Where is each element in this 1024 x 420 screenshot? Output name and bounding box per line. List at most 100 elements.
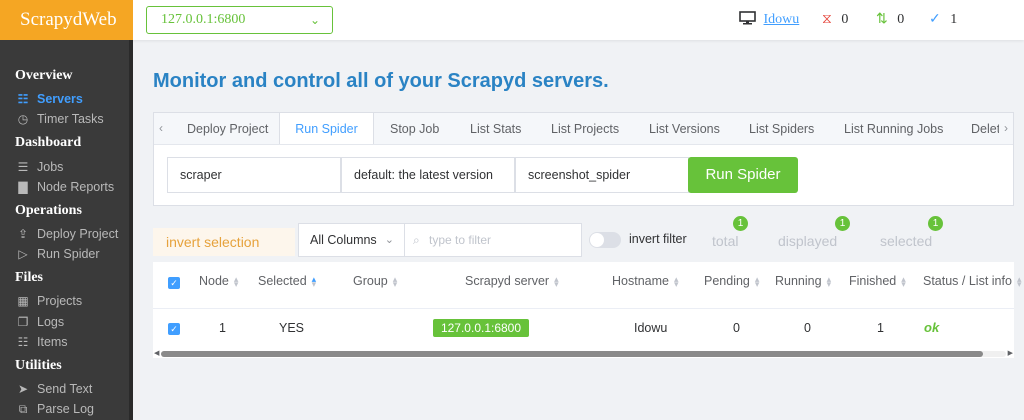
- total-label: total: [712, 233, 739, 249]
- total-badge: 1: [733, 216, 748, 231]
- spider-select[interactable]: screenshot_spider: [515, 157, 689, 193]
- sort-icon: ▴ ▾: [233, 273, 239, 289]
- sort-icon: ▴ ▾: [826, 273, 832, 289]
- tab-delete[interactable]: Delet: [971, 113, 1000, 144]
- header-finished[interactable]: Finished ▴ ▾: [849, 274, 906, 288]
- header-scrapyd-server[interactable]: Scrapyd server ▴ ▾: [465, 274, 559, 288]
- running-stat[interactable]: ⇅ 0: [876, 0, 904, 40]
- run-spider-button[interactable]: Run Spider: [688, 157, 798, 193]
- tab-run-spider[interactable]: Run Spider: [279, 113, 374, 144]
- project-select[interactable]: scraper: [167, 157, 341, 193]
- running-count: 0: [897, 12, 905, 27]
- send-icon: ➤: [17, 382, 29, 396]
- sidebar-item-label: Jobs: [37, 160, 64, 174]
- scroll-left-icon[interactable]: ◀: [154, 350, 159, 358]
- tab-deploy-project[interactable]: Deploy Project: [187, 113, 268, 144]
- scroll-right-icon[interactable]: ▶: [1008, 350, 1013, 358]
- app-logo[interactable]: ScrapydWeb: [0, 0, 133, 40]
- header-running[interactable]: Running ▴ ▾: [775, 274, 831, 288]
- columns-select[interactable]: All Columns ⌄: [298, 223, 405, 257]
- sort-icon: ▴ ▾: [754, 273, 760, 289]
- page-title: Monitor and control all of your Scrapyd …: [153, 70, 609, 92]
- play-icon: ▷: [18, 247, 28, 261]
- cell-status[interactable]: ok: [924, 320, 939, 335]
- horizontal-scrollbar[interactable]: ◀ ▶: [153, 350, 1014, 358]
- sidebar-item-servers[interactable]: ☷ Servers: [15, 92, 83, 106]
- header-divider: [153, 308, 1014, 309]
- sidebar-section-files: Files: [15, 270, 43, 285]
- sidebar-item-items[interactable]: ☷ Items: [15, 335, 68, 349]
- sidebar-item-run-spider[interactable]: ▷ Run Spider: [15, 247, 100, 261]
- invert-filter-label: invert filter: [629, 232, 687, 246]
- header-selected[interactable]: Selected ▴ ▾: [258, 274, 316, 288]
- finished-stat[interactable]: ✓ 1: [929, 0, 957, 40]
- cell-hostname: Idowu: [634, 321, 668, 335]
- timer-icon: ◷: [17, 112, 29, 126]
- tab-list-spiders[interactable]: List Spiders: [749, 113, 814, 144]
- sidebar-section-overview: Overview: [15, 68, 73, 83]
- tab-stop-job[interactable]: Stop Job: [390, 113, 439, 144]
- selected-label: selected: [880, 233, 933, 249]
- invert-filter-toggle[interactable]: [589, 232, 621, 248]
- filter-input[interactable]: ⌕ type to filter: [404, 223, 582, 257]
- sidebar-item-label: Send Text: [37, 382, 93, 396]
- sidebar-item-jobs[interactable]: ☰ Jobs: [15, 160, 64, 174]
- user-name[interactable]: Idowu: [764, 12, 800, 27]
- operations-panel: ‹ Deploy Project Run Spider Stop Job Lis…: [153, 112, 1014, 206]
- sort-icon: ▴ ▾: [901, 273, 906, 289]
- monitor-icon: [739, 11, 756, 25]
- sidebar-section-utilities: Utilities: [15, 358, 62, 373]
- tab-scroll-right-icon[interactable]: ›: [999, 113, 1013, 144]
- header-pending[interactable]: Pending ▴ ▾: [704, 274, 759, 288]
- tab-scroll-left-icon[interactable]: ‹: [154, 113, 168, 144]
- sidebar-item-label: Parse Log: [37, 402, 94, 416]
- server-select[interactable]: 127.0.0.1:6800 ⌄: [146, 6, 333, 34]
- sidebar-item-timer-tasks[interactable]: ◷ Timer Tasks: [15, 112, 104, 126]
- cell-scrapyd-server[interactable]: 127.0.0.1:6800: [433, 319, 529, 337]
- scroll-thumb[interactable]: [161, 351, 983, 357]
- tab-list-stats[interactable]: List Stats: [470, 113, 521, 144]
- tab-list-projects[interactable]: List Projects: [551, 113, 619, 144]
- sidebar-item-logs[interactable]: ❐ Logs: [15, 315, 65, 329]
- tab-list-versions[interactable]: List Versions: [649, 113, 720, 144]
- check-icon: ✓: [929, 12, 941, 27]
- sort-icon: ▴ ▾: [392, 273, 398, 289]
- header-status[interactable]: Status / List info ▴ ▾: [923, 274, 1021, 288]
- top-bar: ScrapydWeb 127.0.0.1:6800 ⌄ Idowu ⧖ 0 ⇅ …: [0, 0, 1024, 40]
- sort-icon: ▴ ▾: [673, 273, 679, 289]
- sidebar-item-label: Run Spider: [37, 247, 100, 261]
- sidebar-item-deploy-project[interactable]: ⇪ Deploy Project: [15, 227, 118, 241]
- invert-selection-button[interactable]: invert selection: [153, 228, 295, 256]
- selected-badge: 1: [928, 216, 943, 231]
- user-link[interactable]: Idowu: [739, 0, 799, 40]
- sort-icon: ▴ ▾: [311, 273, 317, 289]
- header-node[interactable]: Node ▴ ▾: [199, 274, 238, 288]
- chart-icon: ▇: [18, 180, 28, 194]
- columns-select-value: All Columns: [310, 233, 377, 247]
- select-all-checkbox[interactable]: ✓: [168, 277, 180, 289]
- filter-placeholder: type to filter: [429, 233, 492, 247]
- sidebar-section-operations: Operations: [15, 203, 82, 218]
- row-checkbox[interactable]: ✓: [168, 323, 180, 335]
- finished-count: 1: [950, 12, 958, 27]
- cell-selected: YES: [279, 321, 305, 335]
- tab-list-running-jobs[interactable]: List Running Jobs: [844, 113, 943, 144]
- sidebar-item-label: Projects: [37, 294, 83, 308]
- chevron-down-icon: ⌄: [309, 13, 320, 27]
- sidebar-item-send-text[interactable]: ➤ Send Text: [15, 382, 92, 396]
- displayed-badge: 1: [835, 216, 850, 231]
- pending-stat[interactable]: ⧖ 0: [822, 0, 848, 40]
- sidebar-item-label: Items: [37, 335, 68, 349]
- sidebar-item-parse-log[interactable]: ⧉ Parse Log: [15, 402, 94, 417]
- sort-icon: ▴ ▾: [554, 273, 559, 289]
- sidebar-item-projects[interactable]: ▦ Projects: [15, 294, 82, 308]
- version-select[interactable]: default: the latest version: [341, 157, 515, 193]
- header-hostname[interactable]: Hostname ▴ ▾: [612, 274, 679, 288]
- header-group[interactable]: Group ▴ ▾: [353, 274, 397, 288]
- sidebar-scrollbar[interactable]: [129, 40, 133, 420]
- sidebar-item-node-reports[interactable]: ▇ Node Reports: [15, 180, 114, 194]
- sidebar-item-label: Timer Tasks: [37, 112, 104, 126]
- transfer-icon: ⇅: [876, 12, 888, 27]
- sitemap-icon: ☷: [17, 92, 29, 106]
- toggle-knob: [590, 233, 604, 247]
